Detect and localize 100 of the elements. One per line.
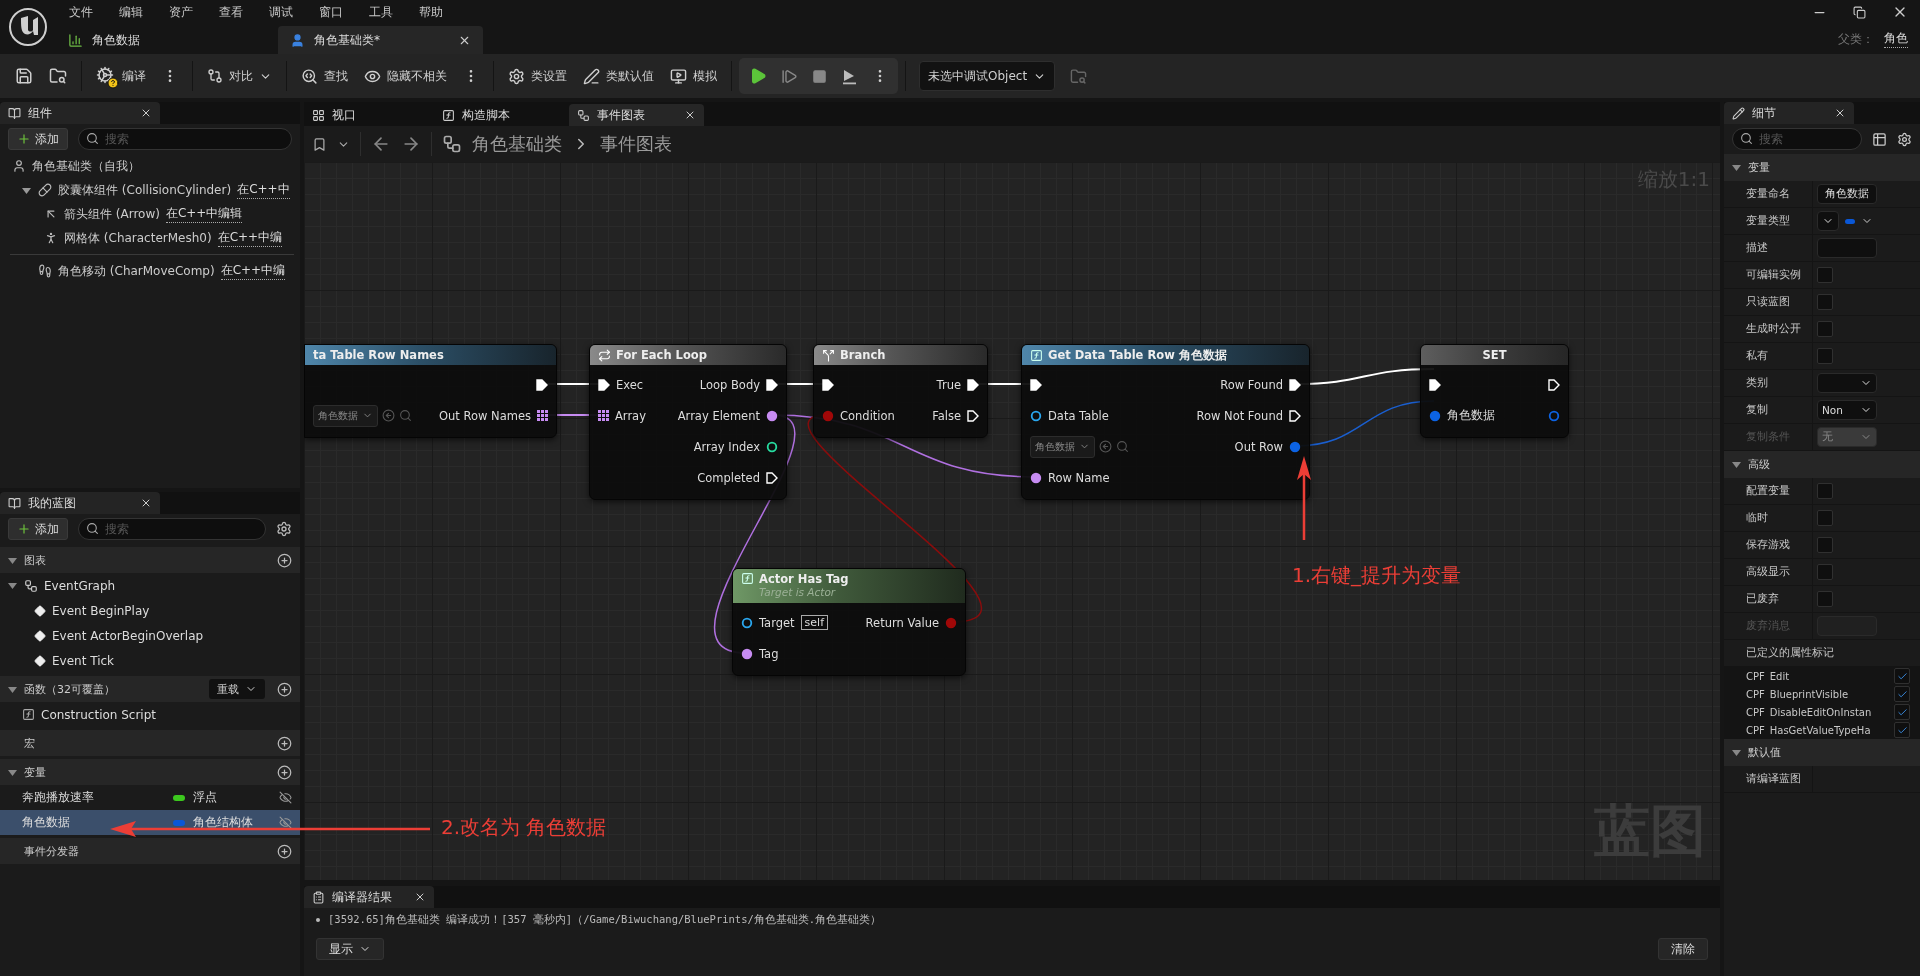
visibility-icon[interactable] bbox=[279, 791, 292, 804]
bookmark-icon[interactable] bbox=[312, 136, 327, 152]
section-toggle[interactable] bbox=[1732, 748, 1742, 757]
graph-node[interactable]: For Each Loop Exec Loop Body Array Array Element Array Index Completed bbox=[589, 344, 787, 500]
edit-in-cpp-link[interactable]: 在C++中 bbox=[237, 181, 290, 199]
edit-in-cpp-link[interactable]: 在C++中编 bbox=[220, 262, 286, 280]
variable-row[interactable]: 奔跑播放速率 浮点 bbox=[0, 785, 300, 810]
data-pin[interactable] bbox=[741, 616, 753, 629]
close-icon[interactable] bbox=[140, 107, 152, 119]
menu-item[interactable]: 窗口 bbox=[306, 3, 356, 21]
exec-pin[interactable] bbox=[766, 471, 778, 484]
tree-item-label[interactable]: Event Tick bbox=[52, 653, 115, 668]
graph-node[interactable]: Actor Has Tag Target is Actor Target self Return Value Tag bbox=[732, 568, 966, 676]
exec-pin[interactable] bbox=[536, 378, 548, 391]
close-icon[interactable] bbox=[684, 109, 696, 121]
type-dropdown[interactable] bbox=[1817, 211, 1839, 231]
checkbox[interactable] bbox=[1817, 591, 1833, 607]
clear-button[interactable]: 清除 bbox=[1658, 938, 1708, 960]
add-icon[interactable] bbox=[277, 735, 292, 751]
checkbox[interactable] bbox=[1817, 564, 1833, 580]
exec-pin[interactable] bbox=[1429, 378, 1441, 391]
tree-item-label[interactable]: 角色基础类（自我） bbox=[32, 157, 140, 175]
tree-item-label[interactable]: 网格体 (CharacterMesh0) bbox=[64, 229, 212, 247]
add-icon[interactable] bbox=[277, 843, 292, 859]
breadcrumb-item[interactable]: 角色基础类 bbox=[472, 132, 562, 156]
tree-item-label[interactable]: 胶囊体组件 (CollisionCylinder) bbox=[58, 181, 232, 199]
data-pin[interactable] bbox=[766, 440, 778, 453]
menu-item[interactable]: 帮助 bbox=[406, 3, 456, 21]
use-selected-icon[interactable] bbox=[1099, 440, 1112, 453]
toolbar-button[interactable]: 对比 bbox=[200, 59, 279, 93]
search-field[interactable]: 搜索 bbox=[78, 518, 266, 540]
exec-pin[interactable] bbox=[1289, 409, 1301, 422]
exec-pin[interactable] bbox=[766, 378, 778, 391]
use-selected-icon[interactable] bbox=[382, 409, 395, 422]
checkbox[interactable] bbox=[1894, 722, 1910, 738]
edit-in-cpp-link[interactable]: 在C++中编 bbox=[217, 229, 283, 247]
toolbar-button[interactable]: 隐藏不相关 bbox=[357, 59, 454, 93]
checkbox[interactable] bbox=[1894, 668, 1910, 684]
exec-pin[interactable] bbox=[822, 378, 834, 391]
document-tab[interactable]: 角色基础类* bbox=[278, 26, 483, 54]
exec-pin[interactable] bbox=[967, 378, 979, 391]
tree-item-label[interactable]: Event BeginPlay bbox=[52, 603, 150, 618]
visibility-icon[interactable] bbox=[279, 816, 292, 829]
table-icon[interactable] bbox=[1872, 131, 1887, 147]
menu-item[interactable]: 文件 bbox=[56, 3, 106, 21]
checkbox[interactable] bbox=[1817, 510, 1833, 526]
section-toggle[interactable] bbox=[8, 555, 18, 565]
close-icon[interactable] bbox=[140, 497, 152, 509]
tree-toggle[interactable] bbox=[8, 581, 18, 590]
array-pin[interactable] bbox=[537, 410, 548, 421]
tree-item-label[interactable]: Construction Script bbox=[41, 707, 157, 722]
toolbar-button[interactable]: 查找 bbox=[294, 59, 355, 93]
data-pin[interactable] bbox=[766, 409, 778, 422]
override-dropdown[interactable]: 重载 bbox=[209, 679, 265, 699]
data-pin[interactable] bbox=[741, 647, 753, 660]
tree-item-label[interactable]: 箭头组件 (Arrow) bbox=[64, 205, 160, 223]
graph-node[interactable]: Get Data Table Row 角色数据 Row Found Data Table Row Not Found 角色数据 Out Row Row Name bbox=[1021, 344, 1310, 500]
settings-icon[interactable] bbox=[276, 521, 292, 537]
filter-dropdown[interactable]: 显示 bbox=[316, 938, 384, 960]
search-field[interactable]: 搜索 bbox=[78, 128, 292, 150]
section-toggle[interactable] bbox=[8, 684, 18, 694]
checkbox[interactable] bbox=[1817, 294, 1833, 310]
menu-item[interactable]: 查看 bbox=[206, 3, 256, 21]
panel-tab[interactable]: 我的蓝图 bbox=[0, 492, 160, 514]
add-button[interactable]: 添加 bbox=[8, 128, 68, 150]
section-toggle[interactable] bbox=[1732, 163, 1742, 172]
edit-in-cpp-link[interactable]: 在C++中编辑 bbox=[165, 205, 243, 223]
toolbar-button[interactable]: 模拟 bbox=[663, 59, 724, 93]
graph-node[interactable]: SET 角色数据 bbox=[1420, 344, 1569, 438]
panel-tab[interactable]: 组件 bbox=[0, 102, 160, 124]
add-icon[interactable] bbox=[277, 764, 292, 780]
document-tab[interactable]: 角色数据 bbox=[56, 26, 278, 54]
section-toggle[interactable] bbox=[1732, 460, 1742, 469]
variable-row[interactable]: 角色数据 角色结构体 bbox=[0, 810, 300, 835]
checkbox[interactable] bbox=[1817, 267, 1833, 283]
add-button[interactable]: 添加 bbox=[8, 518, 68, 540]
default-value-field[interactable]: self bbox=[800, 615, 828, 630]
exec-pin[interactable] bbox=[1548, 378, 1560, 391]
checkbox[interactable] bbox=[1817, 537, 1833, 553]
graph-node[interactable]: Branch True Condition False bbox=[813, 344, 988, 438]
checkbox[interactable] bbox=[1817, 321, 1833, 337]
asset-dropdown[interactable]: 角色数据 bbox=[313, 404, 378, 427]
restore-icon[interactable] bbox=[1853, 5, 1866, 19]
data-pin[interactable] bbox=[1030, 409, 1042, 422]
add-icon[interactable] bbox=[277, 552, 292, 568]
array-pin[interactable] bbox=[598, 410, 609, 421]
data-pin[interactable] bbox=[1030, 471, 1042, 484]
toolbar-button[interactable]: 类设置 bbox=[501, 59, 574, 93]
asset-dropdown[interactable]: 角色数据 bbox=[1030, 435, 1095, 458]
graph-tab[interactable]: 视口 bbox=[304, 104, 434, 126]
panel-tab[interactable]: 细节 bbox=[1724, 102, 1854, 124]
toolbar-button[interactable]: 类默认值 bbox=[576, 59, 661, 93]
checkbox[interactable] bbox=[1894, 704, 1910, 720]
exec-pin[interactable] bbox=[1289, 378, 1301, 391]
panel-tab[interactable]: 编译器结果 bbox=[304, 886, 434, 908]
close-icon[interactable] bbox=[414, 891, 426, 903]
breadcrumb-item[interactable]: 事件图表 bbox=[600, 132, 672, 156]
graph-node[interactable]: ta Table Row Names 角色数据 Out Row Names bbox=[304, 344, 557, 438]
tree-item-label[interactable]: EventGraph bbox=[44, 578, 116, 593]
checkbox[interactable] bbox=[1894, 686, 1910, 702]
